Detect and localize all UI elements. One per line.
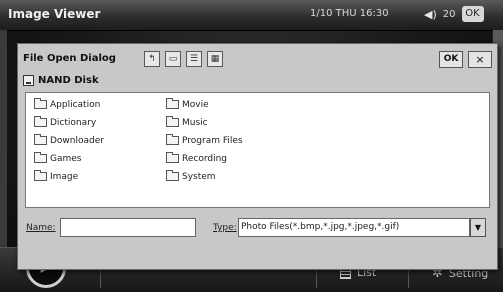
- drive-icon: [23, 75, 34, 86]
- type-dropdown-button[interactable]: ▼: [470, 218, 486, 237]
- app-title: Image Viewer: [8, 7, 101, 21]
- folder-icon: [166, 98, 179, 109]
- folder-label: Downloader: [50, 135, 104, 146]
- list-item[interactable]: Movie: [166, 97, 243, 112]
- detail-view-icon: ▦: [210, 54, 220, 64]
- new-folder-icon: ▭: [168, 54, 178, 64]
- folder-label: Dictionary: [50, 117, 97, 128]
- location-bar: NAND Disk: [23, 75, 99, 86]
- folder-label: Application: [50, 99, 101, 110]
- new-folder-button[interactable]: ▭: [165, 51, 181, 67]
- list-item[interactable]: Games: [34, 151, 104, 166]
- list-view-button[interactable]: ☰: [186, 51, 202, 67]
- folder-icon: [34, 170, 47, 181]
- dialog-header: File Open Dialog ↰ ▭ ☰ ▦ OK ×: [18, 44, 497, 72]
- close-button[interactable]: ×: [468, 51, 492, 68]
- file-open-dialog: File Open Dialog ↰ ▭ ☰ ▦ OK × NAND Disk …: [17, 43, 498, 270]
- folder-label: Program Files: [182, 135, 243, 146]
- folder-icon: [166, 170, 179, 181]
- folder-icon: [166, 152, 179, 163]
- chevron-down-icon: ▼: [474, 223, 482, 232]
- detail-view-button[interactable]: ▦: [207, 51, 223, 67]
- up-folder-button[interactable]: ↰: [144, 51, 160, 67]
- folder-label: Image: [50, 171, 79, 182]
- left-rail: [0, 30, 7, 262]
- folder-label: System: [182, 171, 216, 182]
- location-label: NAND Disk: [38, 75, 99, 86]
- folder-label: Music: [182, 117, 208, 128]
- list-view-icon: ☰: [189, 54, 199, 64]
- title-bar: Image Viewer 1/10 THU 16:30 ◀) 20 OK: [0, 0, 503, 31]
- list-item[interactable]: Recording: [166, 151, 243, 166]
- ok-button[interactable]: OK: [439, 51, 463, 68]
- clock: 1/10 THU 16:30: [310, 8, 389, 19]
- app-ok-button[interactable]: OK: [461, 6, 484, 22]
- name-input[interactable]: [60, 218, 196, 237]
- dialog-title: File Open Dialog: [23, 53, 116, 64]
- list-item[interactable]: Music: [166, 115, 243, 130]
- folder-icon: [34, 98, 47, 109]
- folder-label: Games: [50, 153, 82, 164]
- folder-icon: [34, 152, 47, 163]
- folder-icon: [34, 134, 47, 145]
- list-item[interactable]: Application: [34, 97, 104, 112]
- name-label: Name:: [26, 223, 56, 233]
- list-item[interactable]: Downloader: [34, 133, 104, 148]
- folder-icon: [166, 134, 179, 145]
- file-type-select[interactable]: Photo Files(*.bmp,*.jpg,*.jpeg,*.gif): [238, 218, 470, 237]
- file-column: Application Dictionary Downloader Games …: [34, 97, 104, 184]
- list-item[interactable]: System: [166, 169, 243, 184]
- folder-icon: [166, 116, 179, 127]
- folder-label: Recording: [182, 153, 228, 164]
- file-column: Movie Music Program Files Recording Syst…: [166, 97, 243, 184]
- list-item[interactable]: Program Files: [166, 133, 243, 148]
- speaker-icon[interactable]: ◀): [424, 8, 437, 21]
- folder-icon: [34, 116, 47, 127]
- status-area: ◀) 20 OK: [424, 6, 484, 22]
- list-item[interactable]: Dictionary: [34, 115, 104, 130]
- type-label: Type:: [213, 223, 237, 233]
- file-list: Application Dictionary Downloader Games …: [25, 92, 490, 208]
- volume-level: 20: [442, 8, 456, 20]
- list-item[interactable]: Image: [34, 169, 104, 184]
- up-folder-icon: ↰: [148, 54, 156, 64]
- folder-label: Movie: [182, 99, 209, 110]
